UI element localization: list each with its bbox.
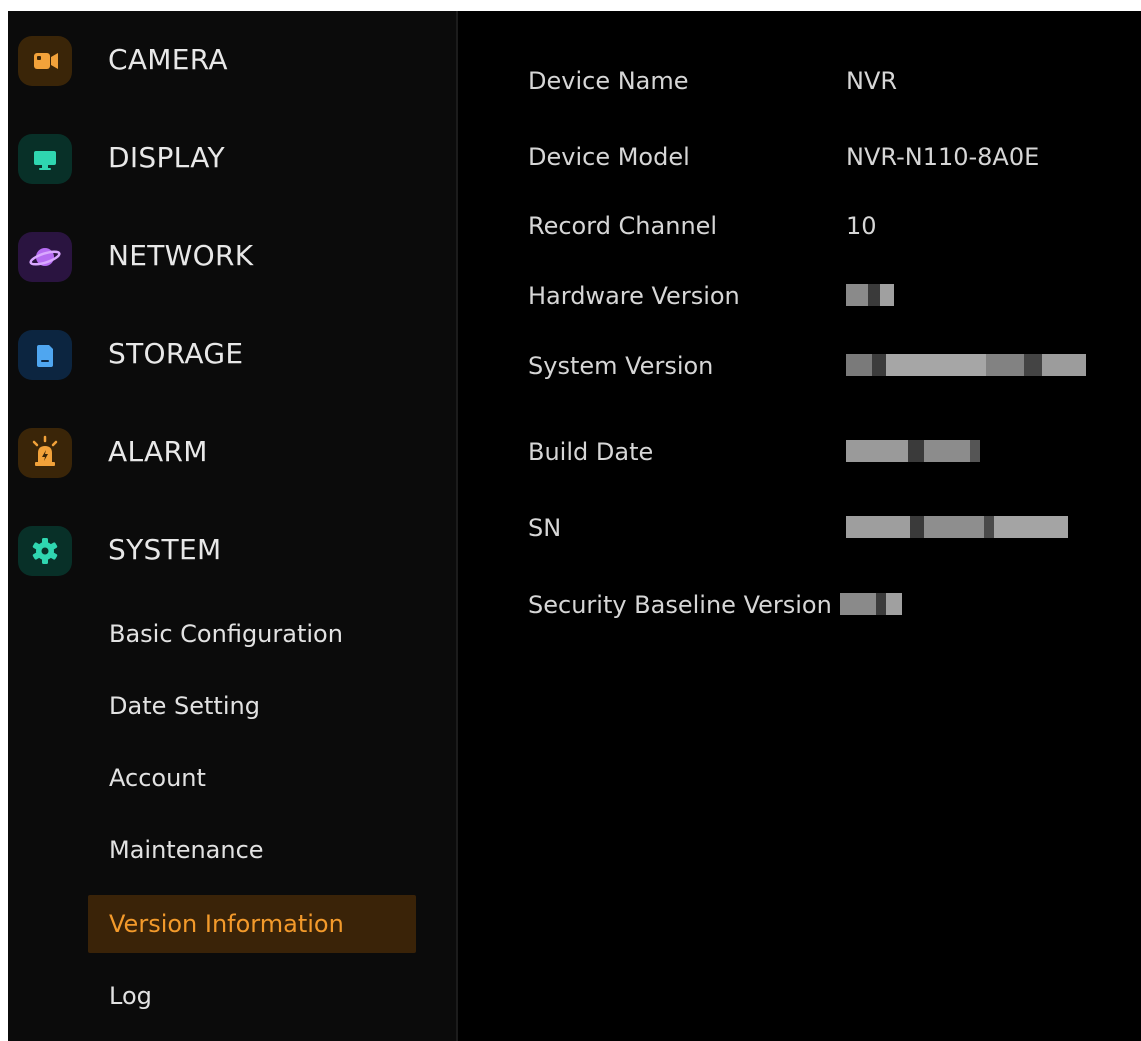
- monitor-icon: [18, 134, 72, 184]
- info-value: NVR: [846, 67, 898, 95]
- info-value: 10: [846, 212, 877, 240]
- version-info-panel: Device Name NVR Device Model NVR-N110-8A…: [458, 11, 1141, 1041]
- info-value: NVR-N110-8A0E: [846, 143, 1040, 171]
- alarm-light-icon: [18, 428, 72, 478]
- info-label: Security Baseline Version: [528, 591, 832, 619]
- submenu-label: Date Setting: [109, 692, 260, 720]
- info-label: Hardware Version: [528, 282, 740, 310]
- menu-label: NETWORK: [108, 239, 254, 272]
- app-frame: CAMERA DISPLAY NETWORK STORAGE ALARM SYS…: [8, 11, 1141, 1041]
- submenu-label: Maintenance: [109, 836, 264, 864]
- submenu-label: Basic Configuration: [109, 620, 343, 648]
- menu-label: ALARM: [108, 435, 208, 468]
- menu-item-camera[interactable]: CAMERA: [8, 28, 456, 92]
- info-label: Record Channel: [528, 212, 718, 240]
- menu-item-alarm[interactable]: ALARM: [8, 420, 456, 484]
- menu-label: DISPLAY: [108, 141, 225, 174]
- info-label: Device Name: [528, 67, 689, 95]
- info-label: Build Date: [528, 438, 654, 466]
- menu-item-display[interactable]: DISPLAY: [8, 126, 456, 190]
- info-label: Device Model: [528, 143, 690, 171]
- menu-label: SYSTEM: [108, 533, 222, 566]
- submenu-item-log[interactable]: Log: [88, 967, 416, 1025]
- redacted-value: [840, 593, 902, 615]
- redacted-value: [846, 354, 1088, 376]
- menu-label: CAMERA: [108, 43, 228, 76]
- globe-icon: [18, 232, 72, 282]
- sd-card-icon: [18, 330, 72, 380]
- redacted-value: [846, 516, 1068, 538]
- menu-item-storage[interactable]: STORAGE: [8, 322, 456, 386]
- menu-item-network[interactable]: NETWORK: [8, 224, 456, 288]
- submenu-item-maintenance[interactable]: Maintenance: [88, 821, 416, 879]
- submenu-item-basic-configuration[interactable]: Basic Configuration: [88, 605, 416, 663]
- redacted-value: [846, 284, 902, 306]
- submenu-label: Account: [109, 764, 206, 792]
- submenu-item-date-setting[interactable]: Date Setting: [88, 677, 416, 735]
- menu-item-system[interactable]: SYSTEM: [8, 518, 456, 582]
- submenu-label: Log: [109, 982, 152, 1010]
- gear-icon: [18, 526, 72, 576]
- submenu-label: Version Information: [109, 910, 344, 938]
- info-label: SN: [528, 514, 562, 542]
- submenu-item-version-information[interactable]: Version Information: [88, 895, 416, 953]
- redacted-value: [846, 440, 982, 462]
- menu-label: STORAGE: [108, 337, 244, 370]
- submenu-item-account[interactable]: Account: [88, 749, 416, 807]
- info-label: System Version: [528, 352, 714, 380]
- camera-icon: [18, 36, 72, 86]
- sidebar: CAMERA DISPLAY NETWORK STORAGE ALARM SYS…: [8, 11, 456, 1041]
